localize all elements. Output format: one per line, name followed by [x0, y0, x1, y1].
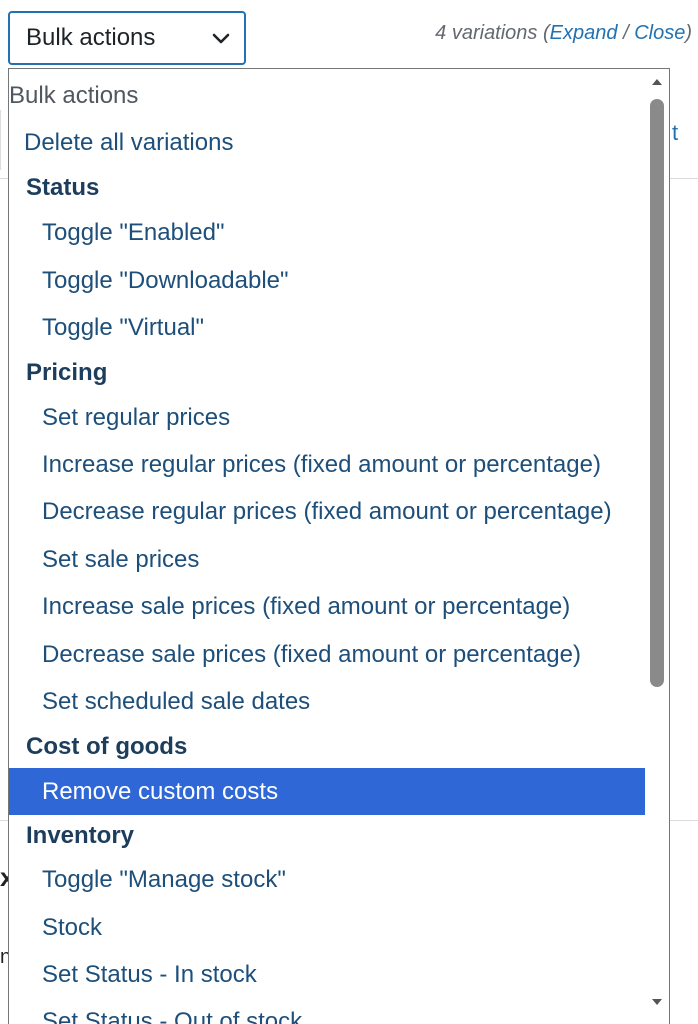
bulk-actions-select-label: Bulk actions	[26, 24, 156, 51]
bulk-actions-select[interactable]: Bulk actions	[8, 11, 246, 65]
option-bulk-actions[interactable]: Bulk actions	[9, 72, 645, 119]
page: t x n Bulk actions 4 variations (Expand …	[0, 0, 698, 1024]
option-toggle-virtual[interactable]: Toggle "Virtual"	[9, 304, 645, 351]
option-delete-all-variations[interactable]: Delete all variations	[9, 119, 645, 166]
option-decrease-regular-prices-fixed-amount-or-percentage[interactable]: Decrease regular prices (fixed amount or…	[9, 488, 645, 535]
option-stock[interactable]: Stock	[9, 904, 645, 951]
variations-count: 4 variations	[435, 22, 538, 44]
scrollbar-thumb[interactable]	[650, 99, 664, 687]
option-group-inventory: Inventory	[26, 822, 135, 849]
chevron-down-icon	[212, 33, 230, 44]
option-decrease-sale-prices-fixed-amount-or-percentage[interactable]: Decrease sale prices (fixed amount or pe…	[9, 631, 645, 678]
close-link[interactable]: Close	[634, 22, 685, 44]
background-link-fragment: t	[672, 120, 679, 145]
option-toggle-enabled[interactable]: Toggle "Enabled"	[9, 209, 645, 256]
background-divider	[0, 110, 1, 170]
scroll-down-arrow-icon[interactable]	[650, 995, 664, 1009]
option-increase-sale-prices-fixed-amount-or-percentage[interactable]: Increase sale prices (fixed amount or pe…	[9, 583, 645, 630]
option-group-cost-of-goods: Cost of goods	[26, 733, 188, 760]
option-set-status-out-of-stock[interactable]: Set Status - Out of stock	[9, 998, 645, 1024]
option-set-status-in-stock[interactable]: Set Status - In stock	[9, 951, 645, 998]
option-remove-custom-costs[interactable]: Remove custom costs	[9, 768, 645, 815]
option-increase-regular-prices-fixed-amount-or-percentage[interactable]: Increase regular prices (fixed amount or…	[9, 441, 645, 488]
option-set-regular-prices[interactable]: Set regular prices	[9, 394, 645, 441]
expand-link[interactable]: Expand	[550, 22, 618, 44]
option-set-scheduled-sale-dates[interactable]: Set scheduled sale dates	[9, 678, 645, 725]
dropdown-scrollbar[interactable]	[645, 69, 669, 1024]
scroll-up-arrow-icon[interactable]	[650, 75, 664, 89]
option-toggle-manage-stock[interactable]: Toggle "Manage stock"	[9, 856, 645, 903]
variations-count-info: 4 variations (Expand / Close)	[435, 22, 692, 44]
bulk-actions-dropdown-list[interactable]: Bulk actions Delete all variations Status T…	[8, 68, 670, 1024]
option-group-status: Status	[26, 174, 100, 201]
option-toggle-downloadable[interactable]: Toggle "Downloadable"	[9, 257, 645, 304]
option-group-pricing: Pricing	[26, 359, 108, 386]
option-set-sale-prices[interactable]: Set sale prices	[9, 536, 645, 583]
